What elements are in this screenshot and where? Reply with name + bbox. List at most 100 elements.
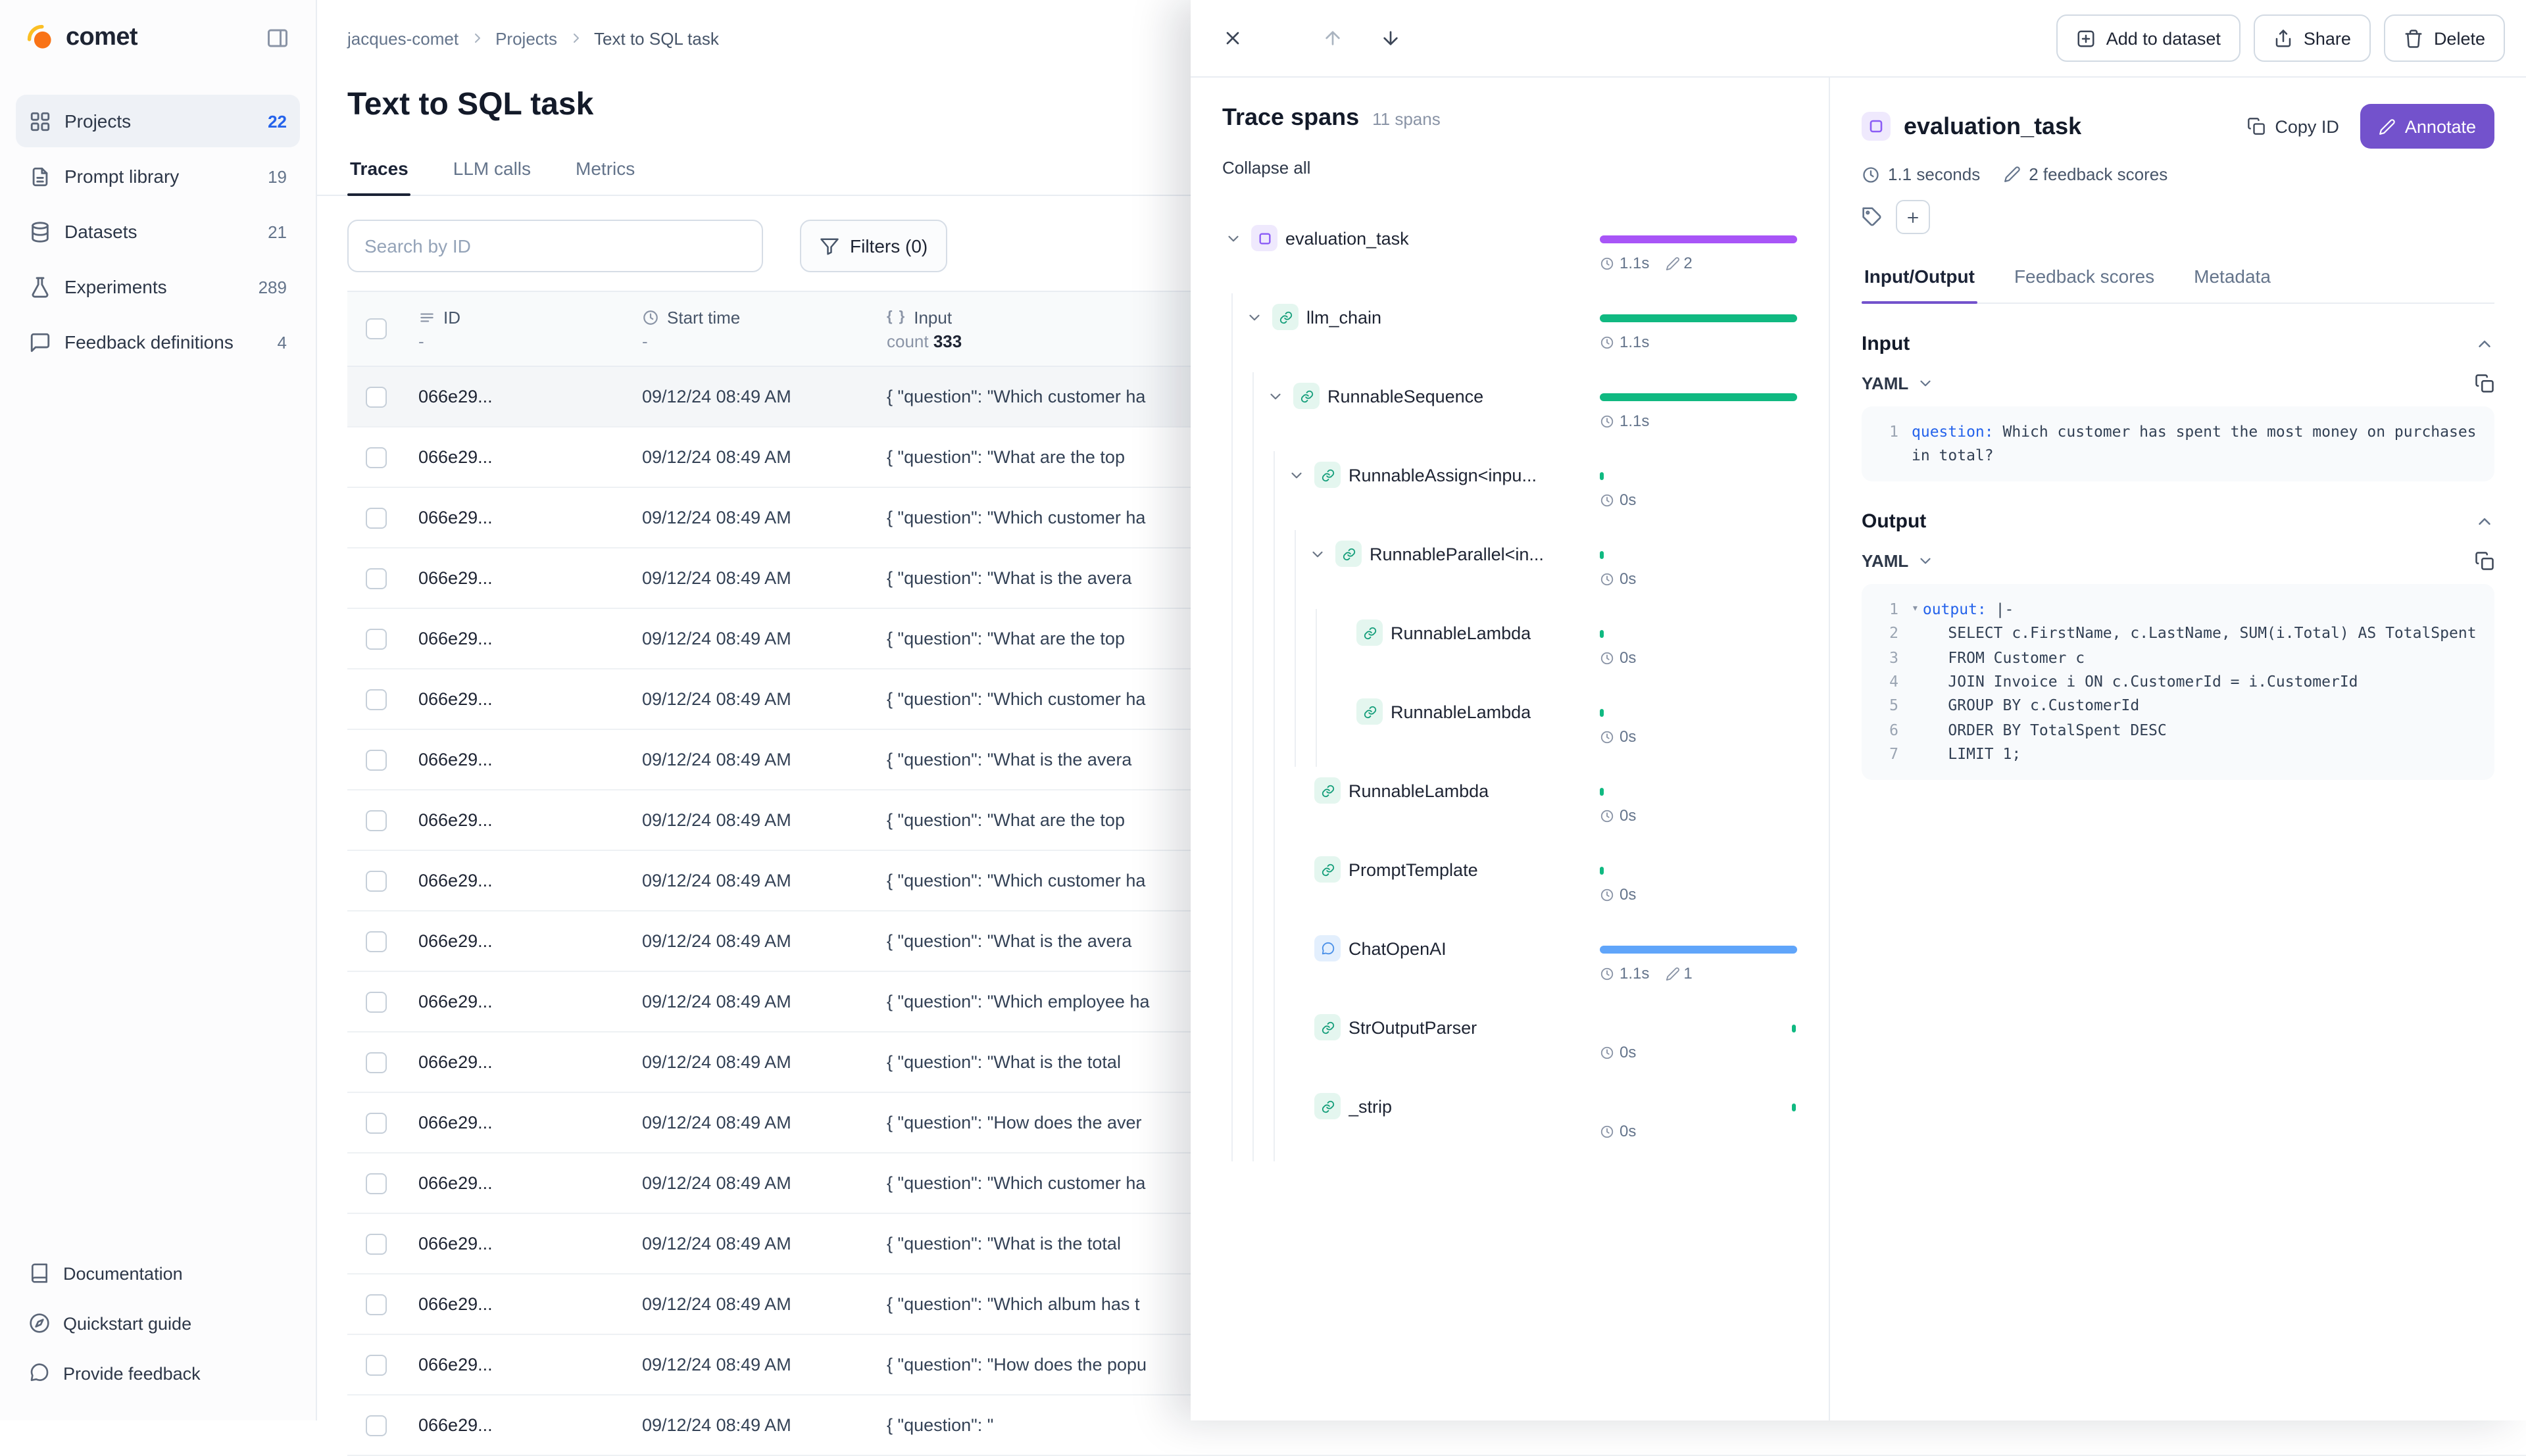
chevron-up-icon[interactable] xyxy=(2475,334,2494,354)
span-label[interactable]: RunnableAssign<inpu... xyxy=(1349,465,1537,485)
annotate-button[interactable]: Annotate xyxy=(2360,104,2494,149)
sidebar-footer-quickstart-guide[interactable]: Quickstart guide xyxy=(16,1299,300,1347)
span-row-runnableparallelin[interactable]: RunnableParallel<in...0s xyxy=(1191,530,1829,609)
trace-id-link[interactable]: 066e29... xyxy=(418,1113,493,1132)
trace-id-link[interactable]: 066e29... xyxy=(418,1355,493,1374)
trace-id-link[interactable]: 066e29... xyxy=(418,871,493,890)
sidebar-item-experiments[interactable]: Experiments289 xyxy=(16,260,300,313)
tab-traces[interactable]: Traces xyxy=(347,145,411,195)
span-toggle[interactable] xyxy=(1243,306,1264,328)
row-checkbox[interactable] xyxy=(366,1112,387,1133)
trace-id-link[interactable]: 066e29... xyxy=(418,387,493,406)
row-checkbox[interactable] xyxy=(366,386,387,407)
row-checkbox[interactable] xyxy=(366,810,387,831)
row-checkbox[interactable] xyxy=(366,931,387,952)
span-row-runnablelambda[interactable]: RunnableLambda0s xyxy=(1191,609,1829,688)
input-format-select[interactable]: YAML xyxy=(1862,374,1933,393)
tab-metrics[interactable]: Metrics xyxy=(573,145,637,195)
copy-id-button[interactable]: Copy ID xyxy=(2234,109,2352,144)
span-toggle[interactable] xyxy=(1306,543,1327,564)
add-tag-button[interactable] xyxy=(1896,200,1930,234)
arrow-up-icon[interactable] xyxy=(1312,17,1354,59)
breadcrumb-item[interactable]: jacques-comet xyxy=(347,28,458,48)
arrow-down-icon[interactable] xyxy=(1370,17,1412,59)
detail-tab-feedback-scores[interactable]: Feedback scores xyxy=(2012,253,2157,303)
row-checkbox[interactable] xyxy=(366,1415,387,1436)
sidebar-item-projects[interactable]: Projects22 xyxy=(16,95,300,147)
output-section-header[interactable]: Output xyxy=(1862,510,2494,533)
row-checkbox[interactable] xyxy=(366,507,387,528)
row-checkbox[interactable] xyxy=(366,1294,387,1315)
delete-button[interactable]: Delete xyxy=(2384,14,2505,62)
output-code-block[interactable]: 1▾output: |-2 SELECT c.FirstName, c.Last… xyxy=(1862,584,2494,779)
trace-id-link[interactable]: 066e29... xyxy=(418,1415,493,1435)
chevron-up-icon[interactable] xyxy=(2475,512,2494,531)
trace-id-link[interactable]: 066e29... xyxy=(418,931,493,951)
column-header-start-time[interactable]: Start time- xyxy=(629,292,874,366)
share-button[interactable]: Share xyxy=(2254,14,2371,62)
copy-input-icon[interactable] xyxy=(2475,374,2494,393)
input-section-header[interactable]: Input xyxy=(1862,333,2494,355)
row-checkbox[interactable] xyxy=(366,749,387,770)
close-icon[interactable] xyxy=(1212,17,1254,59)
search-input[interactable] xyxy=(347,220,763,272)
tab-llm-calls[interactable]: LLM calls xyxy=(451,145,533,195)
row-checkbox[interactable] xyxy=(366,1052,387,1073)
span-label[interactable]: RunnableLambda xyxy=(1391,702,1531,721)
span-row-llm_chain[interactable]: llm_chain1.1s xyxy=(1191,293,1829,372)
span-label[interactable]: StrOutputParser xyxy=(1349,1017,1477,1037)
span-label[interactable]: llm_chain xyxy=(1306,307,1381,327)
span-label[interactable]: _strip xyxy=(1349,1096,1392,1116)
row-checkbox[interactable] xyxy=(366,689,387,710)
trace-id-link[interactable]: 066e29... xyxy=(418,750,493,769)
row-checkbox[interactable] xyxy=(366,991,387,1012)
row-checkbox[interactable] xyxy=(366,568,387,589)
span-label[interactable]: PromptTemplate xyxy=(1349,860,1478,879)
trace-id-link[interactable]: 066e29... xyxy=(418,508,493,527)
span-toggle[interactable] xyxy=(1285,464,1306,485)
select-all-checkbox[interactable] xyxy=(366,318,387,339)
row-checkbox[interactable] xyxy=(366,447,387,468)
span-row-_strip[interactable]: _strip0s xyxy=(1191,1082,1829,1161)
row-checkbox[interactable] xyxy=(366,1354,387,1375)
output-format-select[interactable]: YAML xyxy=(1862,551,1933,571)
span-label[interactable]: ChatOpenAI xyxy=(1349,938,1447,958)
trace-id-link[interactable]: 066e29... xyxy=(418,810,493,830)
add-to-dataset-button[interactable]: Add to dataset xyxy=(2056,14,2241,62)
sidebar-collapse-icon[interactable] xyxy=(266,26,289,50)
fold-caret-icon[interactable]: ▾ xyxy=(1912,600,1919,619)
span-label[interactable]: RunnableSequence xyxy=(1327,386,1483,406)
row-checkbox[interactable] xyxy=(366,1173,387,1194)
row-checkbox[interactable] xyxy=(366,870,387,891)
trace-id-link[interactable]: 066e29... xyxy=(418,1234,493,1253)
trace-id-link[interactable]: 066e29... xyxy=(418,447,493,467)
sidebar-item-datasets[interactable]: Datasets21 xyxy=(16,205,300,258)
span-row-runnableassigninpu[interactable]: RunnableAssign<inpu...0s xyxy=(1191,451,1829,530)
input-code-block[interactable]: 1question: Which customer has spent the … xyxy=(1862,406,2494,481)
copy-output-icon[interactable] xyxy=(2475,551,2494,571)
span-row-runnablesequence[interactable]: RunnableSequence1.1s xyxy=(1191,372,1829,451)
span-toggle[interactable] xyxy=(1222,228,1243,249)
span-row-runnablelambda[interactable]: RunnableLambda0s xyxy=(1191,688,1829,767)
span-row-stroutputparser[interactable]: StrOutputParser0s xyxy=(1191,1004,1829,1082)
span-label[interactable]: RunnableParallel<in... xyxy=(1370,544,1544,564)
trace-id-link[interactable]: 066e29... xyxy=(418,568,493,588)
span-row-evaluation_task[interactable]: evaluation_task1.1s2 xyxy=(1191,214,1829,293)
trace-id-link[interactable]: 066e29... xyxy=(418,1294,493,1314)
sidebar-footer-documentation[interactable]: Documentation xyxy=(16,1250,300,1297)
sidebar-item-prompt-library[interactable]: Prompt library19 xyxy=(16,150,300,203)
row-checkbox[interactable] xyxy=(366,1233,387,1254)
sidebar-item-feedback-definitions[interactable]: Feedback definitions4 xyxy=(16,316,300,368)
row-checkbox[interactable] xyxy=(366,628,387,649)
span-label[interactable]: RunnableLambda xyxy=(1391,623,1531,643)
trace-id-link[interactable]: 066e29... xyxy=(418,1173,493,1193)
comet-logo[interactable]: comet xyxy=(26,24,137,53)
span-toggle[interactable] xyxy=(1264,385,1285,406)
span-label[interactable]: RunnableLambda xyxy=(1349,781,1489,800)
span-row-runnablelambda[interactable]: RunnableLambda0s xyxy=(1191,767,1829,846)
detail-tab-metadata[interactable]: Metadata xyxy=(2191,253,2273,303)
span-row-chatopenai[interactable]: ChatOpenAI1.1s1 xyxy=(1191,925,1829,1004)
span-label[interactable]: evaluation_task xyxy=(1285,228,1409,248)
trace-id-link[interactable]: 066e29... xyxy=(418,629,493,648)
trace-id-link[interactable]: 066e29... xyxy=(418,689,493,709)
